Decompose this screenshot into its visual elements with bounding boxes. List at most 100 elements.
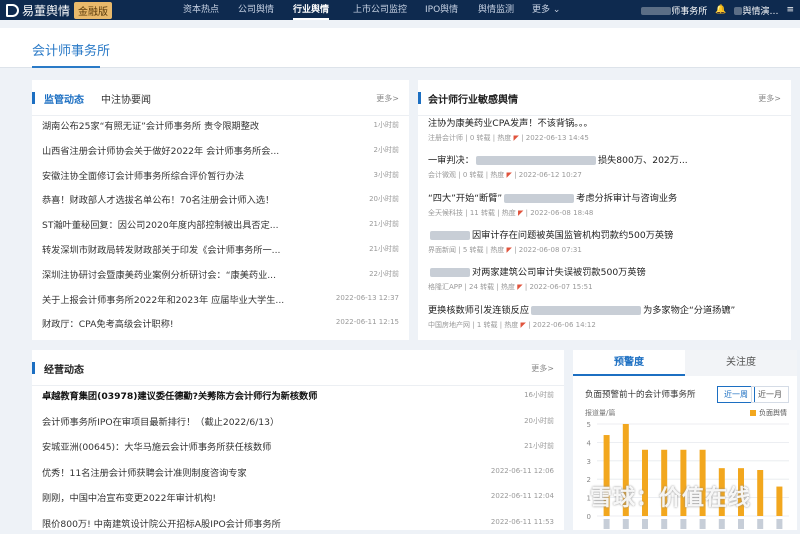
item-date: 21小时前 [524,442,554,450]
tab-attention-level[interactable]: 关注度 [685,350,797,376]
chart-bar[interactable] [757,470,764,516]
tab-cicpa-news[interactable]: 中注协要闻 [101,91,151,106]
x-tick-label-redacted [776,519,783,529]
news-meta: 格隆汇APP | 24 转载 | 热度 ◤ | 2022-06-07 15:51 [428,283,593,292]
list-item[interactable]: 湖南公布25家“有照无证”会计师事务所 责令限期整改 1小时前 [42,112,399,136]
redacted-text [475,156,596,166]
more-link[interactable]: 更多> [758,93,781,104]
x-tick-label-redacted [661,519,668,529]
item-date: 21小时前 [369,220,399,229]
tab-warning-level[interactable]: 预警度 [573,350,685,376]
news-item[interactable]: 对两家建筑公司审计失误被罚款500万英镑格隆汇APP | 24 转载 | 热度 … [428,262,781,296]
item-title[interactable]: 深圳注协研讨会暨康美药业案例分析研讨会：“康美药业... [42,267,276,281]
list-item[interactable]: 卓越教育集团(03978)建议委任德勤?关莠陈方会计师行为新核数师 16小时前 [42,382,554,406]
news-item[interactable]: 因审计存在问题被英国监管机构罚款约500万英镑 界面新闻 | 5 转载 | 热度 … [428,225,781,259]
user-area[interactable]: 师事务所 🔔 舆情演… ≡ [641,0,794,20]
top-navigation-bar: 易董舆情 金融版 资本热点 公司舆情 行业舆情 上市公司监控 IPO舆情 舆情监… [0,0,800,20]
list-item[interactable]: 关于上报会计师事务所2022年和2023年 应届毕业大学生... 2022-06-… [42,286,399,310]
redacted-text [430,268,470,278]
page-title: 会计师事务所 [32,44,111,59]
list-item[interactable]: 转发深圳市财政局转发财政部关于印发《会计师事务所一... 21小时前 [42,236,399,260]
nav-capital-hotspot[interactable]: 资本热点 [183,0,219,20]
news-item[interactable]: 注协为康美药业CPA发声！不该背锅。。。 注册会计师 | 0 转载 | 热度 ◤ … [428,113,781,147]
item-title[interactable]: 关于上报会计师事务所2022年和2023年 应届毕业大学生... [42,292,284,306]
news-title[interactable]: 注协为康美药业CPA发声！不该背锅。。。 [428,115,593,129]
news-title[interactable]: 更换核数师引发连锁反应 为多家物企“分道扬镳” [428,302,735,316]
list-item[interactable]: 安徽注协全面修订会计师事务所综合评价暂行办法 3小时前 [42,162,399,186]
more-link[interactable]: 更多> [531,363,554,374]
item-date: 16小时前 [524,391,554,399]
user-name[interactable]: 舆情演… [734,4,778,17]
list-item[interactable]: 恭喜！财政部人才选拔名单公布！70名注册会计师入选！ 20小时前 [42,186,399,210]
list-item[interactable]: 财政厅：CPA免考高级会计职称! 2022-06-11 12:15 [42,310,399,334]
panel-header: 经营动态 更多> [32,350,564,386]
business-title: 经营动态 [44,365,84,376]
item-title[interactable]: ST瀚叶董秘回复：因公司2020年度内部控制被出具否定... [42,217,279,231]
list-item[interactable]: 深圳注协研讨会暨康美药业案例分析研讨会：“康美药业... 22小时前 [42,261,399,285]
nav-sentiment-monitor[interactable]: 舆情监测 [478,0,514,20]
item-title[interactable]: 会计师事务所IPO在审项目最新排行！（截止2022/6/13） [42,414,279,428]
y-tick-label: 4 [587,439,592,447]
item-title[interactable]: 山西省注册会计师协会关于做好2022年 会计师事务所会... [42,143,279,157]
brand-logo[interactable]: 易董舆情 金融版 [6,0,113,20]
redacted-text [504,193,575,203]
brand-name: 易董舆情 [22,3,71,18]
period-month-button[interactable]: 近一月 [751,386,789,403]
item-title[interactable]: 安城亚洲(00645)：大华马施云会计师事务所获任核数师 [42,439,271,453]
heat-flag-icon: ◤ [518,208,524,217]
x-tick-label-redacted [718,519,725,529]
news-title[interactable]: “四大”开始“断臂” 考虑分拆审计与咨询业务 [428,190,677,204]
period-week-button[interactable]: 近一周 [717,386,755,403]
item-title[interactable]: 湖南公布25家“有照无证”会计师事务所 责令限期整改 [42,118,259,132]
tab-supervision[interactable]: 监管动态 [44,91,84,106]
news-title[interactable]: 对两家建筑公司审计失误被罚款500万英镑 [428,264,646,278]
watermark: 雪球：价值在线 [590,486,752,511]
news-title[interactable]: 一审判决： 损失800万、202万... [428,152,688,166]
item-title[interactable]: 限价800万! 中南建筑设计院公开招标A股IPO会计师事务所 [42,516,281,530]
x-tick-label-redacted [642,519,648,529]
list-item[interactable]: ST瀚叶董秘回复：因公司2020年度内部控制被出具否定... 21小时前 [42,211,399,235]
item-title[interactable]: 恭喜！财政部人才选拔名单公布！70名注册会计师入选！ [42,192,274,206]
list-item[interactable]: 安城亚洲(00645)：大华马施云会计师事务所获任核数师 21小时前 [42,433,554,457]
nav-company-sentiment[interactable]: 公司舆情 [238,0,274,20]
list-item[interactable]: 限价800万! 中南建筑设计院公开招标A股IPO会计师事务所 2022-06-11… [42,510,554,534]
news-item[interactable]: 一审判决： 损失800万、202万... 会计微观 | 0 转载 | 热度 ◤ | … [428,150,781,184]
more-link[interactable]: 更多> [376,93,399,104]
nav-listed-company-monitor[interactable]: 上市公司监控 [353,0,407,20]
news-item[interactable]: “四大”开始“断臂” 考虑分拆审计与咨询业务 全天候科技 | 11 转载 | 热度 … [428,188,781,222]
list-item[interactable]: 刚刚，中国中冶宣布变更2022年审计机构! 2022-06-11 12:04 [42,484,554,508]
list-item[interactable]: 会计师事务所IPO在审项目最新排行！（截止2022/6/13） 20小时前 [42,408,554,432]
nav-more[interactable]: 更多 ⌄ [532,0,560,20]
item-date: 2022-06-11 12:06 [490,466,554,475]
heat-flag-icon: ◤ [506,245,512,254]
redacted-text [430,230,470,240]
bell-icon[interactable]: 🔔 [715,5,726,15]
news-title[interactable]: 因审计存在问题被英国监管机构罚款约500万英镑 [428,227,673,241]
x-tick-label-redacted [738,519,744,529]
accent-bar [32,92,35,104]
nav-ipo-sentiment[interactable]: IPO舆情 [425,0,458,20]
chart-title: 负面预警前十的会计师事务所 [585,390,696,400]
y-tick-label: 5 [587,421,591,429]
item-title[interactable]: 转发深圳市财政局转发财政部关于印发《会计师事务所一... [42,242,280,256]
item-date: 2022-06-11 11:53 [490,517,554,526]
item-date: 2小时前 [373,145,399,154]
heat-flag-icon: ◤ [520,320,526,329]
item-title[interactable]: 安徽注协全面修订会计师事务所综合评价暂行办法 [42,168,244,182]
item-title[interactable]: 刚刚，中国中冶宣布变更2022年审计机构! [42,490,216,504]
list-item[interactable]: 山西省注册会计师协会关于做好2022年 会计师事务所会... 2小时前 [42,137,399,161]
chart-bar[interactable] [776,486,783,516]
warning-tabs: 预警度 关注度 [573,350,797,376]
nav-industry-sentiment[interactable]: 行业舆情 [293,0,330,20]
item-title[interactable]: 优秀！11名注册会计师获聘会计准则制度咨询专家 [42,465,247,479]
item-date: 3小时前 [373,170,399,179]
accent-bar [32,362,35,374]
news-item[interactable]: 更换核数师引发连锁反应 为多家物企“分道扬镳” 中国房地产网 | 1 转载 | 热度… [428,300,781,334]
list-item[interactable]: 优秀！11名注册会计师获聘会计准则制度咨询专家 2022-06-11 12:06 [42,459,554,483]
news-meta: 会计微观 | 0 转载 | 热度 ◤ | 2022-06-12 10:27 [428,171,582,180]
logo-icon [6,3,19,17]
menu-icon[interactable]: ≡ [786,5,794,15]
item-date: 1小时前 [373,121,399,129]
item-title[interactable]: 财政厅：CPA免考高级会计职称! [42,316,174,330]
item-title[interactable]: 卓越教育集团(03978)建议委任德勤?关莠陈方会计师行为新核数师 [42,388,317,402]
